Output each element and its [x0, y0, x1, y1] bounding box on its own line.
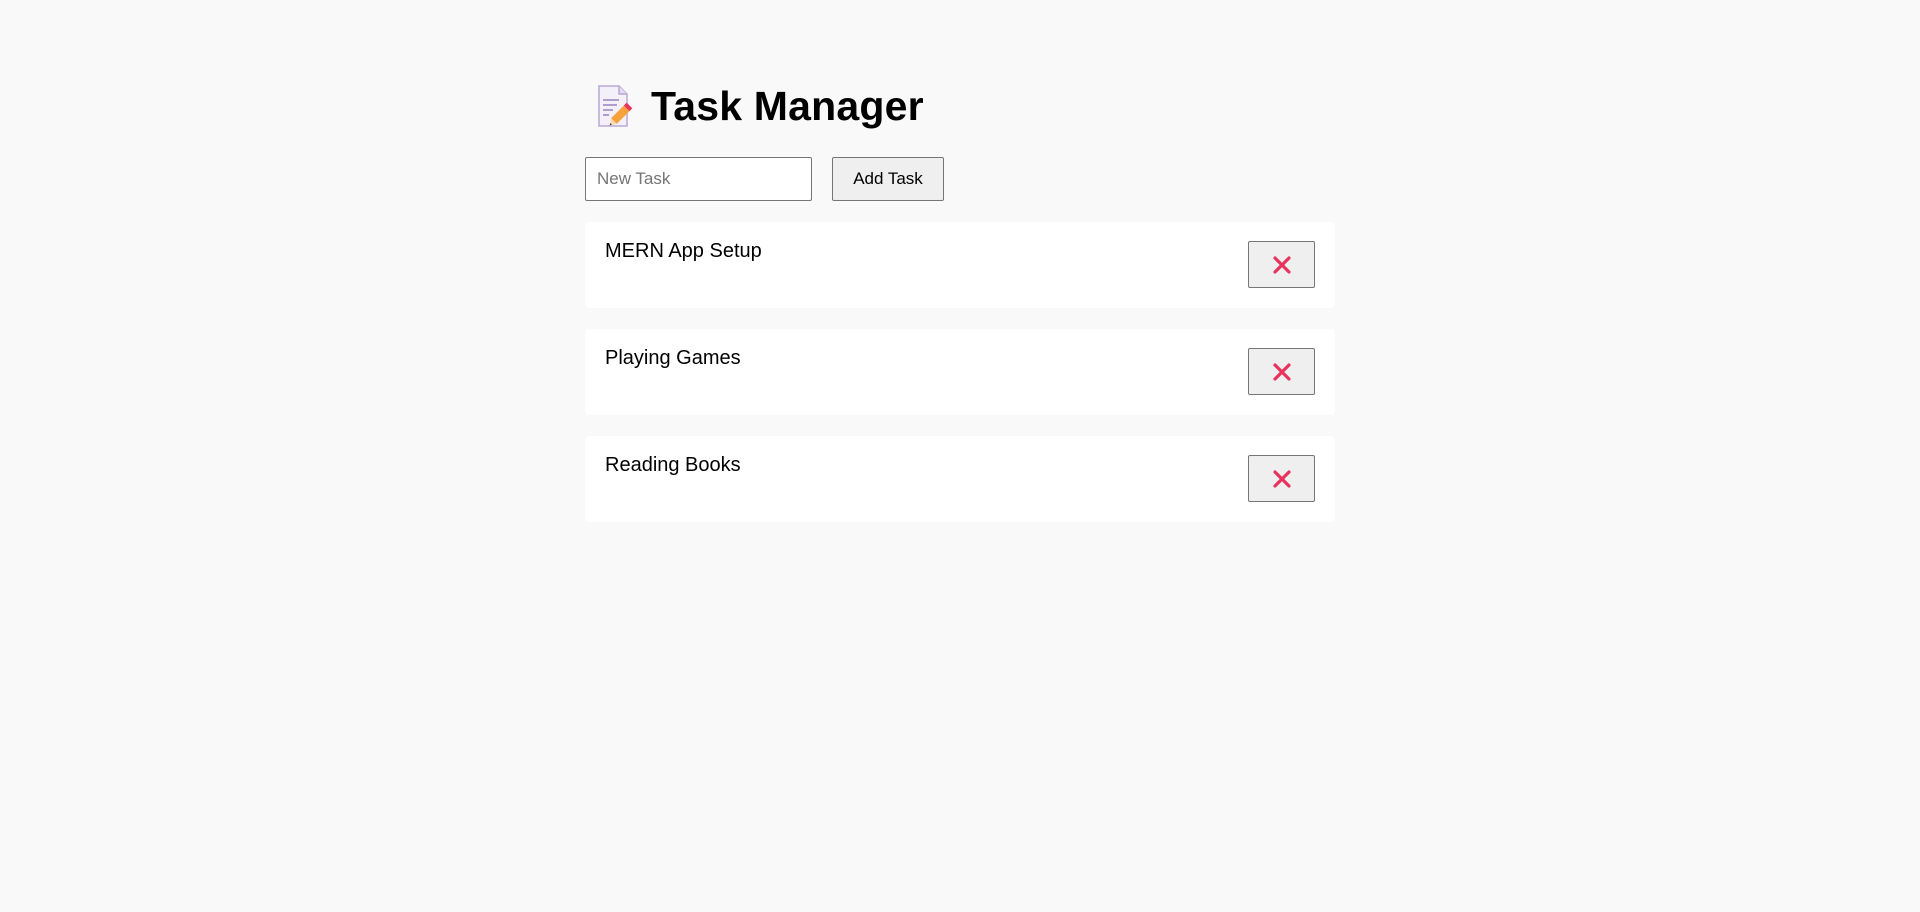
- task-text: Reading Books: [605, 454, 741, 476]
- task-text: MERN App Setup: [605, 240, 762, 262]
- task-manager-app: Task Manager Add Task MERN App Setup Pla…: [585, 78, 1335, 543]
- close-icon: [1272, 469, 1291, 488]
- delete-task-button[interactable]: [1248, 348, 1315, 395]
- header: Task Manager: [593, 78, 1335, 134]
- task-list: MERN App Setup Playing Games Reading Boo…: [585, 222, 1335, 522]
- task-item: Reading Books: [585, 436, 1335, 522]
- memo-pencil-icon: [598, 85, 633, 127]
- new-task-input[interactable]: [585, 157, 812, 201]
- page-title: Task Manager: [651, 82, 924, 129]
- close-icon: [1272, 362, 1291, 381]
- add-task-form: Add Task: [585, 157, 1335, 201]
- delete-task-button[interactable]: [1248, 241, 1315, 288]
- task-item: Playing Games: [585, 329, 1335, 415]
- add-task-button[interactable]: Add Task: [832, 157, 944, 201]
- task-item: MERN App Setup: [585, 222, 1335, 308]
- delete-task-button[interactable]: [1248, 455, 1315, 502]
- task-text: Playing Games: [605, 347, 741, 369]
- close-icon: [1272, 255, 1291, 274]
